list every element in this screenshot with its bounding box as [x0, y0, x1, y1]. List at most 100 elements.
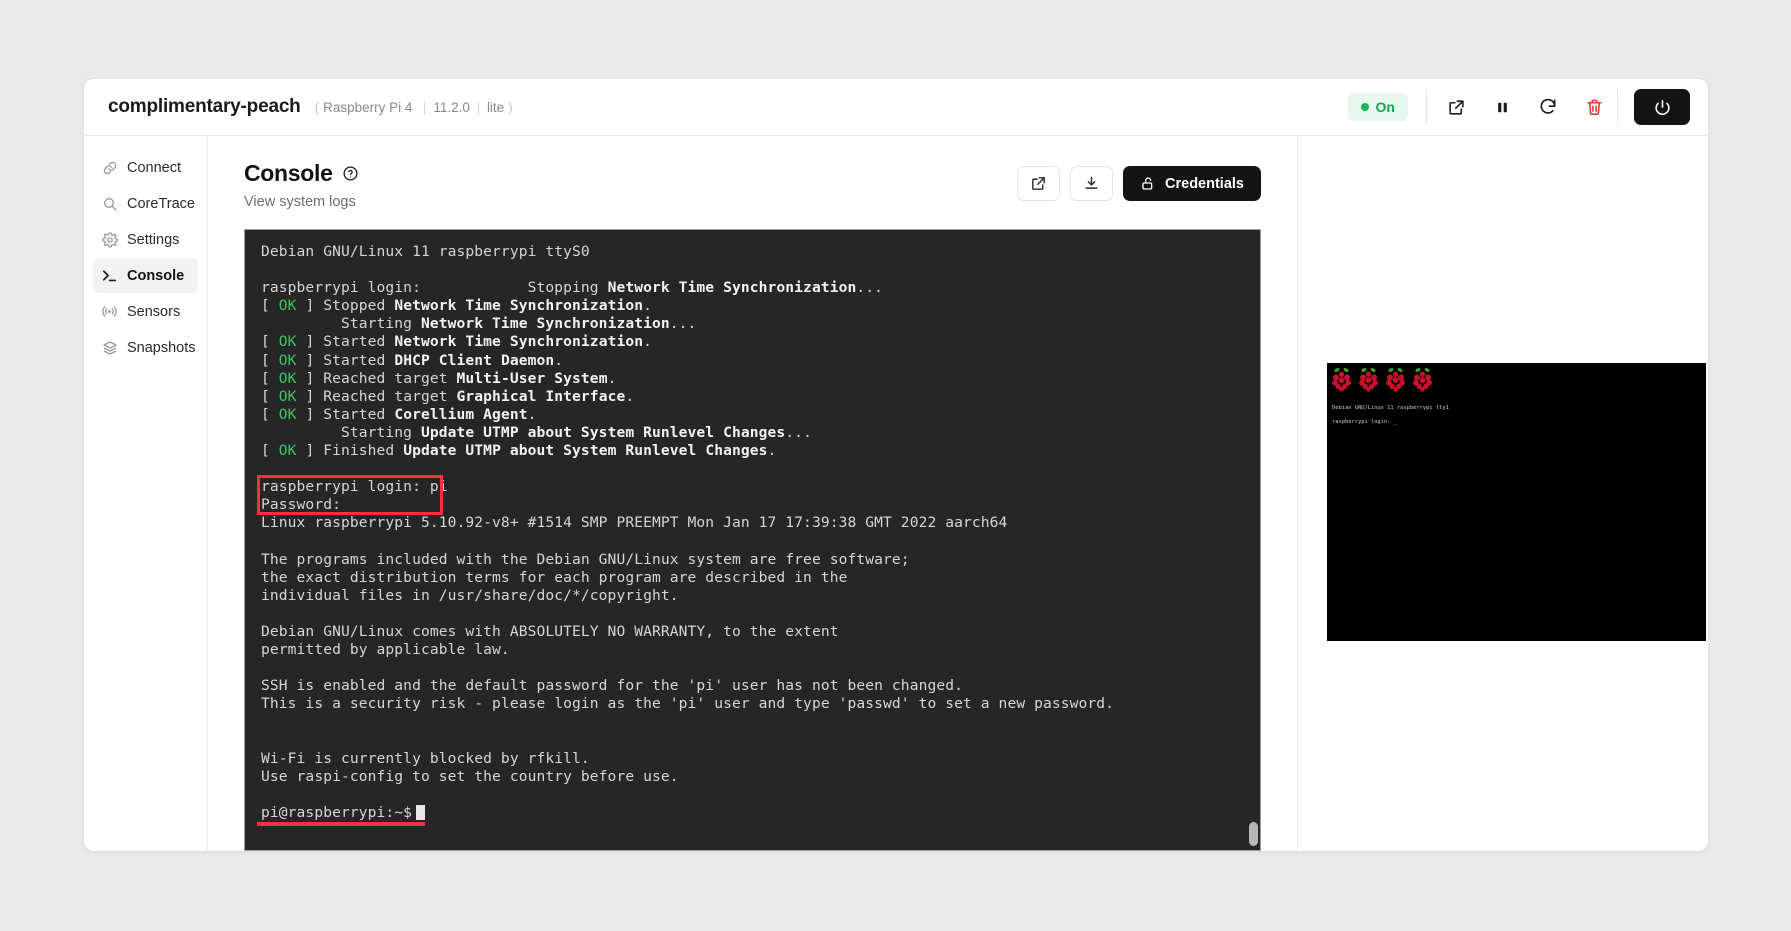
device-action-icons [1426, 89, 1617, 125]
terminal-line: Debian GNU/Linux 11 raspberrypi ttyS0 [261, 243, 590, 260]
terminal-line: Starting Network Time Synchronization... [261, 315, 697, 333]
unlock-icon [1140, 176, 1156, 192]
refresh-icon[interactable] [1525, 88, 1571, 126]
terminal-line: [ OK ] Reached target Multi-User System. [261, 369, 617, 387]
sidebar-item-snapshots[interactable]: Snapshots [93, 330, 198, 365]
sidebar-item-label: Sensors [127, 303, 181, 320]
terminal-line: individual files in /usr/share/doc/*/cop… [261, 586, 679, 604]
raspberry-pi-logo-icon [1358, 367, 1379, 397]
terminal-line: [ OK ] Finished Update UTMP about System… [261, 442, 777, 460]
raspberry-pi-logo [1332, 367, 1351, 392]
terminal-line: [ OK ] Started Network Time Synchronizat… [261, 333, 653, 351]
sidebar-item-label: Console [127, 267, 185, 284]
terminal-line: [ OK ] Reached target Graphical Interfac… [261, 387, 635, 405]
raspberry-pi-logo-icon [1385, 367, 1406, 397]
terminal-line: pi@raspberrypi:~$ [261, 804, 1244, 822]
external-link-icon[interactable] [1433, 88, 1479, 126]
console-terminal[interactable]: Debian GNU/Linux 11 raspberrypi ttyS0 ra… [244, 229, 1261, 851]
terminal-line: Starting Update UTMP about System Runlev… [261, 423, 812, 441]
console-panel: Console View system logs Credentials Deb… [208, 136, 1298, 851]
credentials-label: Credentials [1165, 175, 1244, 192]
terminal-line: [ OK ] Stopped Network Time Synchronizat… [261, 297, 653, 315]
titlebar-actions: On [1347, 79, 1708, 135]
preview-boot-line-2: raspberrypi login: _ [1332, 419, 1397, 425]
console-header: Console View system logs Credentials [244, 160, 1261, 210]
page-subtitle: View system logs [244, 194, 356, 210]
sidebar-item-label: Snapshots [127, 339, 196, 356]
body: Connect CoreTrace Settings Console Senso… [84, 136, 1708, 851]
terminal-line: Password: [261, 496, 341, 514]
sidebar-item-label: CoreTrace [127, 195, 195, 212]
terminal-line: The programs included with the Debian GN… [261, 550, 910, 568]
device-screen-preview[interactable]: Debian GNU/Linux 11 raspberrypi tty1 ras… [1327, 363, 1706, 641]
terminal-line: This is a security risk - please login a… [261, 695, 1115, 713]
terminal-line: the exact distribution terms for each pr… [261, 568, 848, 586]
terminal-scrollbar[interactable] [1249, 232, 1258, 848]
sidebar-item-console[interactable]: Console [93, 258, 198, 293]
raspberry-pi-logo-icon [1412, 367, 1433, 397]
raspberry-pi-logo [1359, 367, 1378, 392]
popout-console-button[interactable] [1017, 166, 1061, 201]
titlebar: complimentary-peach ( Raspberry Pi 4 11.… [84, 79, 1708, 136]
power-button-wrap [1617, 89, 1708, 125]
device-name: complimentary-peach [108, 96, 301, 117]
meta-paren-close: ) [508, 99, 513, 115]
status-badge: On [1347, 93, 1408, 121]
device-preview-pane: Debian GNU/Linux 11 raspberrypi tty1 ras… [1298, 136, 1708, 851]
terminal-cursor [416, 804, 426, 820]
terminal-line: raspberrypi login: Stopping Network Time… [261, 279, 884, 297]
status-dot-icon [1360, 103, 1369, 111]
terminal-line: Debian GNU/Linux comes with ABSOLUTELY N… [261, 622, 839, 640]
meta-divider [424, 101, 426, 115]
layers-icon [101, 339, 118, 356]
raspberry-pi-logo-icon [1331, 367, 1352, 397]
terminal-scrollbar-thumb[interactable] [1249, 822, 1258, 846]
meta-model: Raspberry Pi 4 [323, 99, 413, 115]
power-button[interactable] [1634, 89, 1690, 125]
help-circle-icon[interactable] [342, 165, 359, 182]
meta-version: 11.2.0 [433, 99, 470, 115]
raspberry-pi-logo [1413, 367, 1432, 392]
device-meta: ( Raspberry Pi 4 11.2.0 lite ) [315, 100, 517, 115]
terminal-line: [ OK ] Started Corellium Agent. [261, 405, 537, 423]
terminal-line: [ OK ] Started DHCP Client Daemon. [261, 351, 564, 369]
terminal-line: Wi-Fi is currently blocked by rfkill. [261, 749, 590, 767]
signal-icon [101, 303, 118, 320]
sidebar-item-sensors[interactable]: Sensors [93, 294, 198, 329]
sidebar-item-settings[interactable]: Settings [93, 222, 198, 257]
terminal-line: Linux raspberrypi 5.10.92-v8+ #1514 SMP … [261, 514, 1008, 532]
console-actions: Credentials [1017, 160, 1261, 201]
gear-icon [101, 231, 118, 248]
sidebar-item-coretrace[interactable]: CoreTrace [93, 186, 198, 221]
terminal-icon [101, 267, 118, 284]
meta-flavor: lite [486, 99, 505, 115]
device-card: complimentary-peach ( Raspberry Pi 4 11.… [84, 79, 1708, 851]
meta-divider [477, 101, 479, 115]
terminal-line: permitted by applicable law. [261, 641, 510, 659]
preview-boot-line-1: Debian GNU/Linux 11 raspberrypi tty1 [1332, 405, 1449, 411]
sidebar: Connect CoreTrace Settings Console Senso… [84, 136, 208, 851]
search-icon [101, 195, 118, 212]
sidebar-item-label: Connect [127, 159, 182, 176]
sidebar-item-connect[interactable]: Connect [93, 150, 198, 185]
terminal-line: raspberrypi login: pi [261, 478, 448, 496]
terminal-line: Use raspi-config to set the country befo… [261, 767, 679, 785]
link-icon [101, 159, 118, 176]
page-title-text: Console [244, 160, 333, 186]
credentials-button[interactable]: Credentials [1123, 166, 1261, 201]
download-logs-button[interactable] [1070, 166, 1114, 201]
raspberry-pi-logo [1386, 367, 1405, 392]
status-label: On [1375, 99, 1395, 115]
page-title: Console [244, 160, 359, 187]
sidebar-item-label: Settings [127, 231, 180, 248]
trash-icon[interactable] [1571, 88, 1617, 126]
pause-icon[interactable] [1479, 88, 1525, 126]
console-header-text: Console View system logs [244, 160, 359, 210]
